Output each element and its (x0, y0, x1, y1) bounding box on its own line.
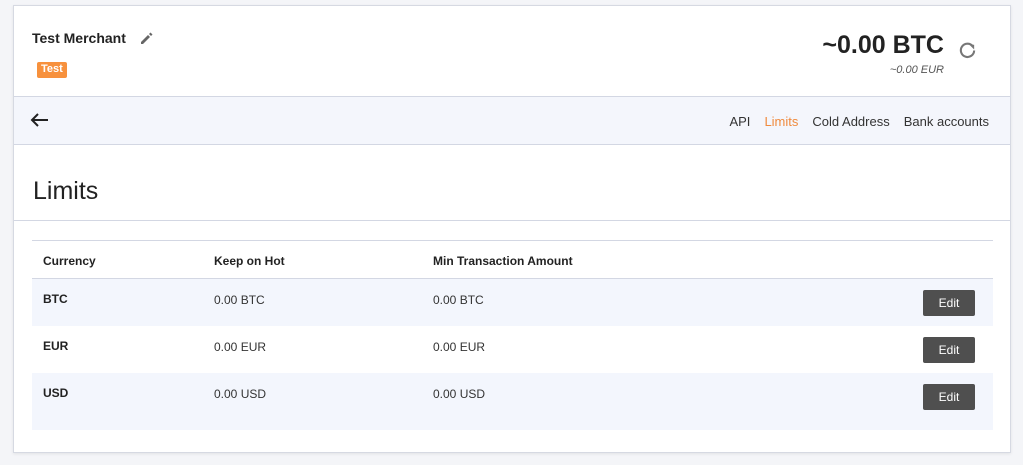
min-transaction-cell: 0.00 EUR (433, 340, 486, 354)
tab-bank-accounts[interactable]: Bank accounts (904, 114, 989, 129)
merchant-card: Test Merchant Test ~0.00 BTC ~0.00 EUR A… (13, 5, 1011, 453)
keep-on-hot-cell: 0.00 USD (214, 387, 267, 401)
table-footer (32, 420, 993, 430)
refresh-icon[interactable] (958, 41, 977, 60)
table-row: EUR 0.00 EUR 0.00 EUR Edit (32, 326, 993, 373)
column-header-currency: Currency (43, 254, 96, 268)
keep-on-hot-cell: 0.00 BTC (214, 293, 265, 307)
tab-cold-address[interactable]: Cold Address (812, 114, 889, 129)
column-header-keep-on-hot: Keep on Hot (214, 254, 285, 268)
page-title: Limits (33, 177, 99, 205)
edit-button[interactable]: Edit (923, 384, 975, 410)
table-header: Currency Keep on Hot Min Transaction Amo… (32, 241, 993, 279)
merchant-name: Test Merchant (32, 30, 126, 46)
back-arrow-icon[interactable] (30, 111, 50, 129)
keep-on-hot-cell: 0.00 EUR (214, 340, 267, 354)
tab-api[interactable]: API (729, 114, 750, 129)
settings-tabs: API Limits Cold Address Bank accounts (729, 114, 989, 129)
balance-btc: ~0.00 BTC (822, 31, 944, 59)
table-row: BTC 0.00 BTC 0.00 BTC Edit (32, 279, 993, 326)
pencil-icon[interactable] (140, 32, 153, 45)
settings-navbar: API Limits Cold Address Bank accounts (14, 97, 1010, 145)
edit-button[interactable]: Edit (923, 290, 975, 316)
column-header-min-transaction: Min Transaction Amount (433, 254, 573, 268)
currency-cell: USD (43, 386, 69, 400)
table-row: USD 0.00 USD 0.00 USD Edit (32, 373, 993, 420)
page-title-section: Limits (14, 145, 1010, 221)
limits-table: Currency Keep on Hot Min Transaction Amo… (32, 240, 993, 430)
currency-cell: EUR (43, 339, 69, 353)
test-badge: Test (37, 62, 67, 78)
min-transaction-cell: 0.00 USD (433, 387, 486, 401)
tab-limits[interactable]: Limits (764, 114, 798, 129)
currency-cell: BTC (43, 292, 68, 306)
merchant-header: Test Merchant Test ~0.00 BTC ~0.00 EUR (14, 6, 1010, 97)
edit-button[interactable]: Edit (923, 337, 975, 363)
min-transaction-cell: 0.00 BTC (433, 293, 484, 307)
balance-eur: ~0.00 EUR (889, 64, 944, 76)
